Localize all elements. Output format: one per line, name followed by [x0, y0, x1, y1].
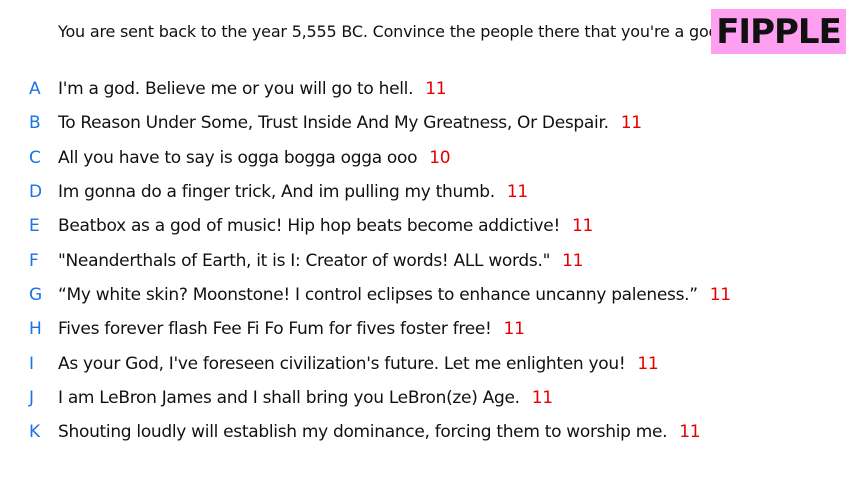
answer-row-f: F "Neanderthals of Earth, it is I: Creat…	[0, 243, 853, 277]
answer-letter: K	[29, 422, 40, 443]
answer-row-d: D Im gonna do a finger trick, And im pul…	[0, 175, 853, 209]
answer-score: 11	[425, 79, 447, 100]
answer-letter: G	[29, 284, 42, 305]
answer-letter: F	[29, 250, 39, 271]
answer-list: A I'm a god. Believe me or you will go t…	[0, 72, 853, 449]
answer-score: 11	[709, 284, 731, 305]
answer-row-b: B To Reason Under Some, Trust Inside And…	[0, 106, 853, 140]
answer-letter: H	[29, 319, 42, 340]
answer-letter: I	[29, 353, 34, 374]
answer-score: 11	[637, 353, 659, 374]
answer-text: To Reason Under Some, Trust Inside And M…	[58, 113, 609, 134]
answer-letter: C	[29, 147, 41, 168]
fipple-logo: FIPPLE	[711, 9, 846, 54]
answer-row-a: A I'm a god. Believe me or you will go t…	[0, 72, 853, 106]
answer-row-c: C All you have to say is ogga bogga ogga…	[0, 141, 853, 175]
answer-letter: J	[29, 387, 34, 408]
answer-score: 11	[571, 216, 594, 237]
answer-row-k: K Shouting loudly will establish my domi…	[0, 415, 853, 449]
answer-text: I'm a god. Believe me or you will go to …	[58, 79, 414, 100]
answer-text: Im gonna do a finger trick, And im pulli…	[58, 182, 495, 203]
answer-score: 11	[503, 319, 525, 340]
answer-score: 11	[562, 250, 584, 271]
answer-text: Fives forever flash Fee Fi Fo Fum for fi…	[58, 319, 492, 340]
prompt-text: You are sent back to the year 5,555 BC. …	[58, 22, 724, 41]
answer-text: Beatbox as a god of music! Hip hop beats…	[58, 216, 560, 237]
answer-text: "Neanderthals of Earth, it is I: Creator…	[58, 250, 551, 271]
answer-score: 11	[620, 113, 642, 134]
answer-score: 11	[679, 422, 701, 443]
answer-score: 11	[531, 387, 553, 408]
answer-text: As your God, I've foreseen civilization'…	[58, 353, 626, 374]
answer-text: “My white skin? Moonstone! I control ecl…	[58, 284, 698, 305]
answer-letter: D	[29, 182, 42, 203]
answer-text: I am LeBron James and I shall bring you …	[58, 387, 520, 408]
answer-score: 11	[506, 182, 528, 203]
answer-text: Shouting loudly will establish my domina…	[58, 422, 668, 443]
answer-row-e: E Beatbox as a god of music! Hip hop bea…	[0, 209, 853, 243]
answer-letter: B	[29, 113, 41, 134]
answer-letter: E	[29, 216, 40, 237]
answer-row-i: I As your God, I've foreseen civilizatio…	[0, 346, 853, 380]
answer-text: All you have to say is ogga bogga ogga o…	[58, 147, 418, 168]
answer-row-j: J I am LeBron James and I shall bring yo…	[0, 381, 853, 415]
answer-score: 10	[429, 147, 451, 168]
answer-row-h: H Fives forever flash Fee Fi Fo Fum for …	[0, 312, 853, 346]
answer-letter: A	[29, 79, 41, 100]
answer-row-g: G “My white skin? Moonstone! I control e…	[0, 278, 853, 312]
